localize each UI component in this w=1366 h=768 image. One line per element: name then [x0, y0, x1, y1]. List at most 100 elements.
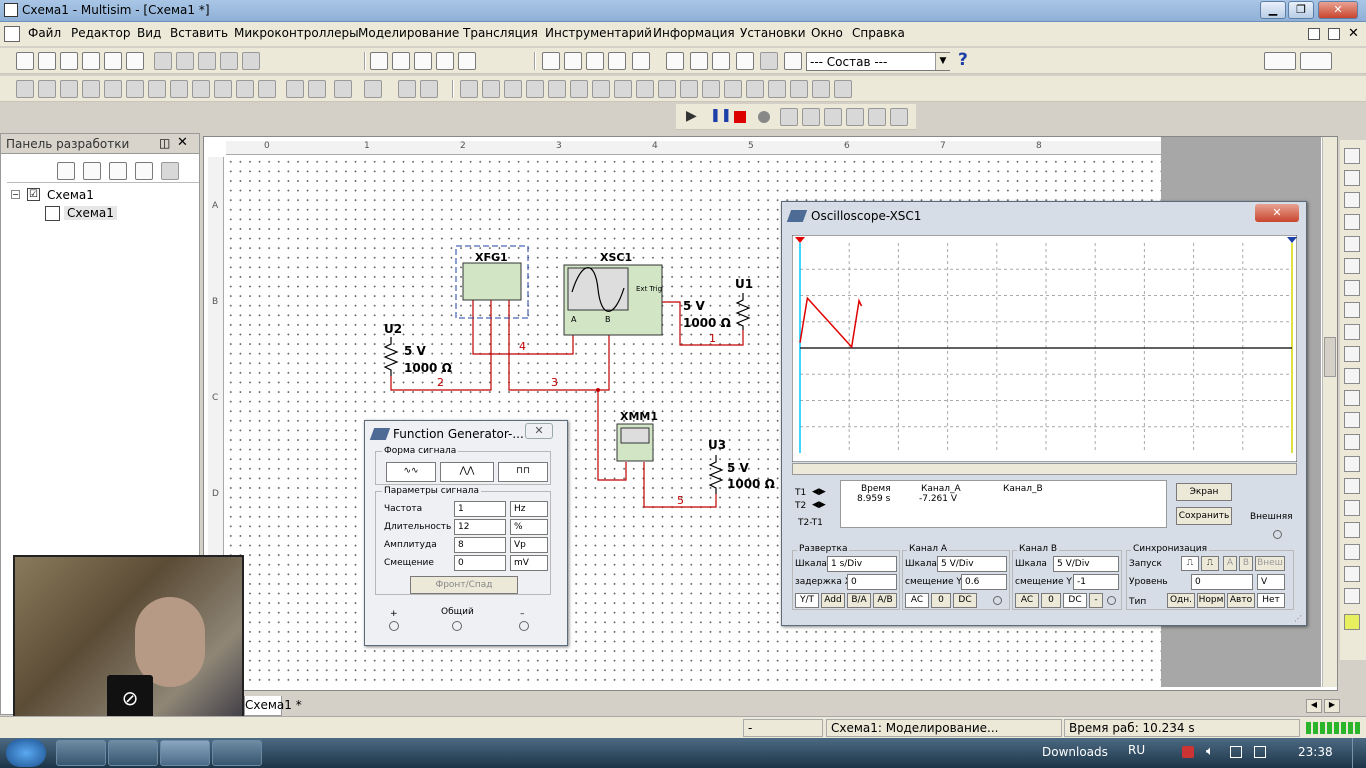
channel-b-scale-input[interactable]: 5 V/Div [1053, 556, 1119, 572]
network-icon[interactable] [1182, 746, 1194, 758]
channel-a-ac-button[interactable]: AC [905, 593, 929, 608]
downloads-toolbar[interactable]: Downloads [1042, 745, 1108, 759]
u1-label[interactable]: U1 [735, 277, 753, 291]
ba-button[interactable]: B/A [847, 593, 871, 608]
labview-icon[interactable] [1344, 566, 1360, 582]
offset-input[interactable]: 0 [454, 555, 506, 571]
t1-arrows-icon[interactable]: ◀▶ [812, 487, 826, 497]
delay-input[interactable]: 0 [847, 574, 897, 590]
xfg1-label[interactable]: XFG1 [475, 251, 508, 264]
none-button[interactable]: Нет [1257, 593, 1285, 608]
add-button[interactable]: Add [821, 593, 845, 608]
resize-grip-icon[interactable]: ⋰ [1294, 614, 1302, 623]
spectrum-analyzer-icon[interactable] [1344, 412, 1360, 428]
screen-button[interactable]: Экран [1176, 483, 1232, 501]
ab-button[interactable]: A/B [873, 593, 897, 608]
probe-voltage-icon[interactable] [1344, 614, 1360, 630]
channel-a-dc-button[interactable]: DC [953, 593, 977, 608]
current-probe-icon[interactable] [1344, 588, 1360, 604]
agilent-generator-icon[interactable] [1344, 456, 1360, 472]
function-generator-icon[interactable] [1344, 170, 1360, 186]
timebase-scale-input[interactable]: 1 s/Div [827, 556, 897, 572]
offset-unit[interactable]: mV [510, 555, 548, 571]
trigger-level-input[interactable]: 0 [1191, 574, 1253, 590]
trigger-source-b[interactable]: B [1239, 556, 1253, 571]
channel-b-terminal-icon[interactable] [1107, 596, 1116, 605]
scope-scrollbar[interactable] [792, 463, 1297, 475]
action-center-icon[interactable] [1254, 746, 1266, 758]
channel-a-offset-input[interactable]: 0.6 [961, 574, 1007, 590]
measurement-probe-icon[interactable] [1344, 544, 1360, 560]
multimeter-icon[interactable] [1344, 148, 1360, 164]
amplitude-input[interactable]: 8 [454, 537, 506, 553]
xmm1-label[interactable]: XMM1 [620, 410, 658, 423]
triangle-wave-button[interactable]: ⋀⋀ [440, 462, 494, 482]
external-terminal-icon[interactable] [1273, 530, 1282, 539]
rise-fall-button[interactable]: Фронт/Спад [410, 576, 518, 594]
xsc1-label[interactable]: XSC1 [600, 251, 632, 264]
iv-analyzer-icon[interactable] [1344, 368, 1360, 384]
auto-button[interactable]: Авто [1227, 593, 1255, 608]
multisim-taskbar-icon[interactable] [160, 740, 210, 766]
trigger-level-unit[interactable]: V [1257, 574, 1285, 590]
u2-label[interactable]: U2 [384, 322, 402, 336]
duty-unit[interactable]: % [510, 519, 548, 535]
trigger-source-ext[interactable]: Внеш [1255, 556, 1285, 571]
scope-screen[interactable] [792, 235, 1297, 462]
bode-plotter-icon[interactable] [1344, 258, 1360, 274]
channel-b-offset-input[interactable]: -1 [1073, 574, 1119, 590]
skype-taskbar-icon[interactable] [108, 740, 158, 766]
tab-scroll-right-icon[interactable]: ▶ [1324, 699, 1340, 713]
oscilloscope-icon[interactable] [1344, 214, 1360, 230]
channel-b-ac-button[interactable]: AC [1015, 593, 1039, 608]
terminal-minus-icon[interactable] [519, 621, 529, 631]
start-button[interactable] [6, 739, 46, 767]
single-button[interactable]: Одн. [1167, 593, 1195, 608]
volume-icon[interactable]: 🔈︎ [1206, 744, 1214, 759]
funcgen-close-button[interactable]: ✕ [525, 423, 553, 439]
scope-close-button[interactable]: ✕ [1255, 204, 1299, 222]
frequency-input[interactable]: 1 [454, 501, 506, 517]
amplitude-unit[interactable]: Vp [510, 537, 548, 553]
function-generator-window[interactable]: Function Generator-... ✕ Форма сигнала ∿… [364, 420, 568, 646]
channel-a-scale-input[interactable]: 5 V/Div [937, 556, 1007, 572]
channel-b-invert-button[interactable]: - [1089, 593, 1103, 608]
wattmeter-icon[interactable] [1344, 192, 1360, 208]
sine-wave-button[interactable]: ∿∿ [386, 462, 436, 482]
four-channel-scope-icon[interactable] [1344, 236, 1360, 252]
tektronix-scope-icon[interactable] [1344, 522, 1360, 538]
frequency-counter-icon[interactable] [1344, 280, 1360, 296]
trigger-source-a[interactable]: A [1223, 556, 1237, 571]
agilent-scope-icon[interactable] [1344, 500, 1360, 516]
u3-label[interactable]: U3 [708, 438, 726, 452]
channel-b-zero-button[interactable]: 0 [1041, 593, 1061, 608]
terminal-common-icon[interactable] [452, 621, 462, 631]
firefox-taskbar-icon[interactable] [56, 740, 106, 766]
save-button[interactable]: Сохранить [1176, 507, 1232, 525]
word-generator-icon[interactable] [1344, 302, 1360, 318]
oscilloscope-window[interactable]: Oscilloscope-XSC1 ✕ Время Канал_A Канал_… [781, 201, 1307, 626]
tray-icon[interactable] [1230, 746, 1242, 758]
square-wave-button[interactable]: ⊓⊓ [498, 462, 548, 482]
logic-analyzer-icon[interactable] [1344, 324, 1360, 340]
trigger-rising-icon[interactable]: ⎍ [1181, 556, 1199, 571]
sheet-tab[interactable]: Схема1 * [244, 696, 302, 716]
document-taskbar-icon[interactable] [212, 740, 262, 766]
normal-button[interactable]: Норм [1197, 593, 1225, 608]
frequency-unit[interactable]: Hz [510, 501, 548, 517]
terminal-plus-icon[interactable] [389, 621, 399, 631]
channel-b-dc-button[interactable]: DC [1063, 593, 1087, 608]
show-desktop-button[interactable] [1352, 738, 1366, 768]
duty-input[interactable]: 12 [454, 519, 506, 535]
channel-a-zero-button[interactable]: 0 [931, 593, 951, 608]
trigger-falling-icon[interactable]: ⎍ [1201, 556, 1219, 571]
channel-a-terminal-icon[interactable] [993, 596, 1002, 605]
logic-converter-icon[interactable] [1344, 346, 1360, 362]
distortion-analyzer-icon[interactable] [1344, 390, 1360, 406]
t2-arrows-icon[interactable]: ◀▶ [812, 500, 826, 510]
camera-mute-icon[interactable]: ⊘ [107, 675, 153, 721]
network-analyzer-icon[interactable] [1344, 434, 1360, 450]
yt-button[interactable]: Y/T [795, 593, 819, 608]
agilent-multimeter-icon[interactable] [1344, 478, 1360, 494]
tab-scroll-left-icon[interactable]: ◀ [1306, 699, 1322, 713]
